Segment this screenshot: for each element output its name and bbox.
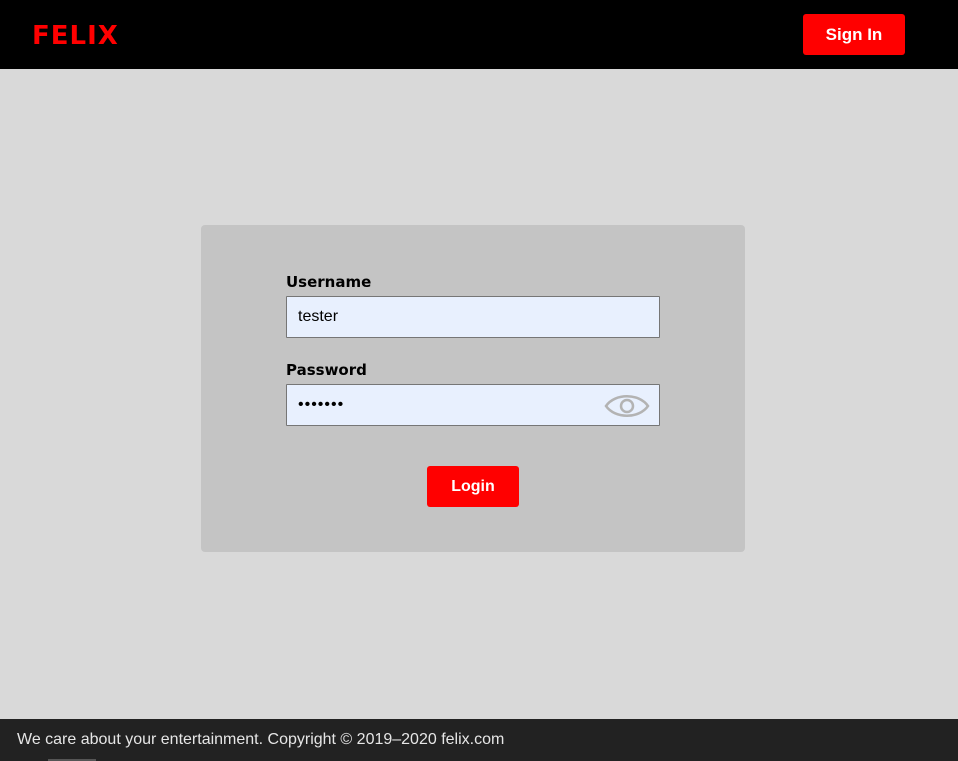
password-label: Password [286,361,367,379]
eye-icon[interactable] [603,390,651,422]
felix-logo[interactable]: FELIX [32,20,119,52]
username-label: Username [286,273,372,291]
login-card: Username Password Login [201,225,745,552]
login-button[interactable]: Login [427,466,519,507]
footer-copyright: We care about your entertainment. Copyri… [17,731,505,748]
footer: We care about your entertainment. Copyri… [0,719,958,761]
username-input[interactable] [286,296,660,338]
sign-in-button[interactable]: Sign In [803,14,905,55]
top-nav-bar: FELIX Sign In [0,0,958,69]
